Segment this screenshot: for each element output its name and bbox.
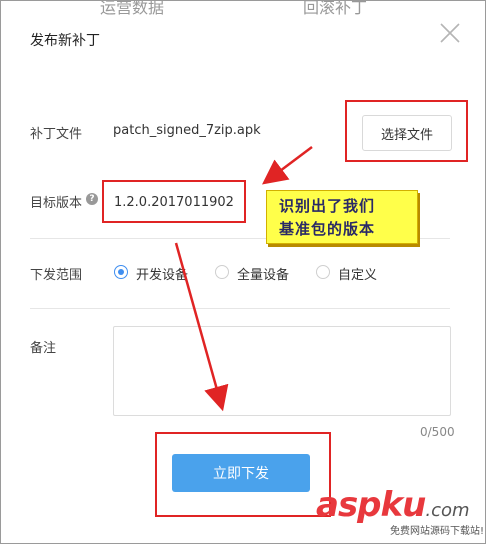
annotation-note: 识别出了我们 基准包的版本 xyxy=(266,190,418,244)
annotation-arrows xyxy=(174,146,313,412)
watermark-tagline: 免费网站源码下载站! xyxy=(390,526,485,537)
arrow-to-publish-icon xyxy=(174,242,229,412)
watermark-brand: aspku xyxy=(316,485,426,525)
annotation-line: 识别出了我们 xyxy=(279,197,376,215)
watermark-logo: aspku.com xyxy=(316,485,470,525)
watermark-suffix: .com xyxy=(425,500,470,521)
annotation-line: 基准包的版本 xyxy=(279,220,376,238)
arrow-to-version-icon xyxy=(262,146,313,185)
